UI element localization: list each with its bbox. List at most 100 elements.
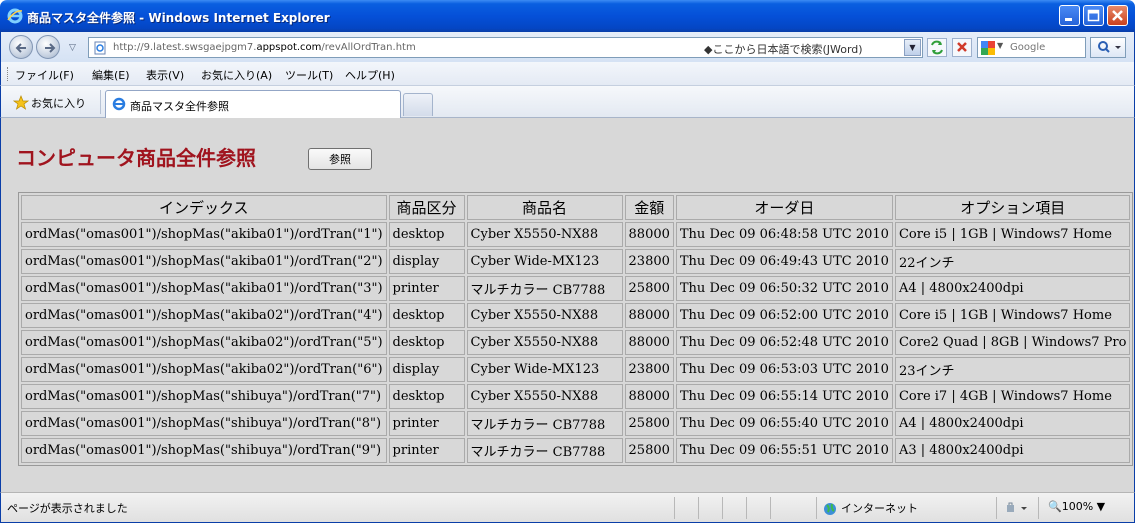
forward-button[interactable] (36, 35, 60, 59)
menu-edit[interactable]: 編集(E) (92, 67, 130, 83)
cell-product-name: Cyber Wide-MX123 (466, 249, 623, 274)
window-title: 商品マスタ全件参照 - Windows Internet Explorer (27, 11, 330, 25)
table-row: ordMas("omas001")/shopMas("shibuya")/ord… (21, 411, 1131, 436)
new-tab-button[interactable] (403, 93, 433, 116)
tab-title: 商品マスタ全件参照 (130, 100, 229, 113)
cell-category: desktop (388, 303, 465, 328)
stop-icon (957, 42, 967, 52)
menu-file[interactable]: ファイル(F) (15, 67, 74, 83)
header-order-date: オーダ日 (675, 195, 893, 220)
cell-order-date: Thu Dec 09 06:55:51 UTC 2010 (675, 438, 893, 463)
menu-favorites[interactable]: お気に入り(A) (201, 67, 272, 83)
cell-product-name: Cyber X5550-NX88 (466, 303, 623, 328)
cell-index: ordMas("omas001")/shopMas("shibuya")/ord… (21, 411, 387, 436)
orders-table: インデックス 商品区分 商品名 金額 オーダ日 オプション項目 ordMas("… (18, 192, 1134, 466)
favorites-button[interactable]: お気に入り (31, 95, 86, 111)
cell-product-name: Cyber X5550-NX88 (466, 384, 623, 409)
cell-order-date: Thu Dec 09 06:55:40 UTC 2010 (675, 411, 893, 436)
cell-product-name: Cyber X5550-NX88 (466, 330, 623, 355)
cell-price: 25800 (624, 276, 674, 301)
cell-category: desktop (388, 384, 465, 409)
close-button[interactable] (1107, 5, 1128, 26)
page-title: コンピュータ商品全件参照 (16, 146, 256, 170)
cell-order-date: Thu Dec 09 06:48:58 UTC 2010 (675, 222, 893, 247)
status-bar: ページが表示されました インターネット 🔍100% ▼ (0, 492, 1135, 523)
cell-options: Core i5 | 1GB | Windows7 Home (894, 303, 1131, 328)
google-icon (981, 41, 995, 55)
menu-help[interactable]: ヘルプ(H) (345, 67, 395, 83)
tab-bar: お気に入り 商品マスタ全件参照 (0, 86, 1135, 118)
address-url: http://9.latest.swsgaejpgm7.appspot.com/… (113, 42, 416, 53)
status-divider (1038, 497, 1039, 519)
cell-product-name: マルチカラー CB7788 (466, 411, 623, 436)
close-icon (1112, 10, 1123, 21)
menu-bar: ファイル(F) 編集(E) 表示(V) お気に入り(A) ツール(T) ヘルプ(… (0, 62, 1135, 86)
address-field[interactable]: http://9.latest.swsgaejpgm7.appspot.com/… (88, 37, 923, 58)
cell-options: A4 | 4800x2400dpi (894, 276, 1131, 301)
search-input[interactable] (1010, 40, 1082, 55)
page-icon (94, 41, 106, 55)
cell-price: 88000 (624, 330, 674, 355)
ie-icon (7, 8, 23, 24)
header-index: インデックス (21, 195, 387, 220)
cell-product-name: Cyber Wide-MX123 (466, 357, 623, 382)
back-button[interactable] (9, 35, 33, 59)
address-toolbar: ▽ http://9.latest.swsgaejpgm7.appspot.co… (0, 32, 1135, 62)
cell-order-date: Thu Dec 09 06:53:03 UTC 2010 (675, 357, 893, 382)
cell-order-date: Thu Dec 09 06:52:48 UTC 2010 (675, 330, 893, 355)
protected-mode-icon[interactable] (1004, 501, 1030, 515)
cell-options: A4 | 4800x2400dpi (894, 411, 1131, 436)
menu-view[interactable]: 表示(V) (146, 67, 184, 83)
cell-options: Core2 Quad | 8GB | Windows7 Pro (894, 330, 1131, 355)
security-zone[interactable]: インターネット (823, 500, 918, 516)
status-divider (674, 497, 675, 519)
cell-product-name: マルチカラー CB7788 (466, 438, 623, 463)
status-divider (816, 497, 817, 519)
globe-icon (824, 503, 836, 515)
cell-product-name: Cyber X5550-NX88 (466, 222, 623, 247)
maximize-button[interactable] (1083, 5, 1104, 26)
cell-price: 25800 (624, 438, 674, 463)
table-row: ordMas("omas001")/shopMas("akiba01")/ord… (21, 276, 1131, 301)
minimize-icon (1065, 18, 1072, 21)
table-row: ordMas("omas001")/shopMas("akiba01")/ord… (21, 249, 1131, 274)
cell-order-date: Thu Dec 09 06:52:00 UTC 2010 (675, 303, 893, 328)
cell-price: 23800 (624, 249, 674, 274)
cell-order-date: Thu Dec 09 06:49:43 UTC 2010 (675, 249, 893, 274)
zoom-level[interactable]: 🔍100% ▼ (1048, 500, 1105, 513)
status-divider (770, 497, 771, 519)
search-provider-dropdown-icon[interactable]: ▼ (997, 41, 1003, 50)
window-title-bar[interactable]: 商品マスタ全件参照 - Windows Internet Explorer (0, 0, 1135, 32)
cell-order-date: Thu Dec 09 06:55:14 UTC 2010 (675, 384, 893, 409)
search-box[interactable]: ▼ (977, 37, 1086, 58)
cell-price: 88000 (624, 222, 674, 247)
address-dropdown-icon[interactable]: ▼ (904, 39, 921, 56)
cell-category: display (388, 249, 465, 274)
status-divider (996, 497, 997, 519)
stop-button[interactable] (952, 38, 972, 57)
cell-product-name: マルチカラー CB7788 (466, 276, 623, 301)
ie-page-icon (112, 97, 126, 111)
cell-price: 23800 (624, 357, 674, 382)
view-button[interactable]: 参照 (308, 148, 372, 170)
jword-search-note: ◆ここから日本語で検索(JWord) (704, 43, 863, 56)
header-price: 金額 (624, 195, 674, 220)
table-row: ordMas("omas001")/shopMas("akiba02")/ord… (21, 330, 1131, 355)
cell-index: ordMas("omas001")/shopMas("akiba01")/ord… (21, 276, 387, 301)
search-button[interactable] (1090, 37, 1126, 58)
minimize-button[interactable] (1059, 5, 1080, 26)
cell-category: printer (388, 438, 465, 463)
cell-index: ordMas("omas001")/shopMas("shibuya")/ord… (21, 438, 387, 463)
menu-tools[interactable]: ツール(T) (285, 67, 333, 83)
table-row: ordMas("omas001")/shopMas("akiba01")/ord… (21, 222, 1131, 247)
cell-category: desktop (388, 222, 465, 247)
cell-index: ordMas("omas001")/shopMas("akiba02")/ord… (21, 303, 387, 328)
cell-index: ordMas("omas001")/shopMas("akiba02")/ord… (21, 330, 387, 355)
header-category: 商品区分 (388, 195, 465, 220)
cell-index: ordMas("omas001")/shopMas("akiba01")/ord… (21, 249, 387, 274)
tab-current[interactable]: 商品マスタ全件参照 (105, 90, 401, 118)
cell-options: 23インチ (894, 357, 1131, 382)
history-dropdown-icon[interactable]: ▽ (69, 43, 76, 53)
refresh-button[interactable] (927, 38, 947, 57)
toolbar-grip[interactable] (7, 67, 9, 81)
